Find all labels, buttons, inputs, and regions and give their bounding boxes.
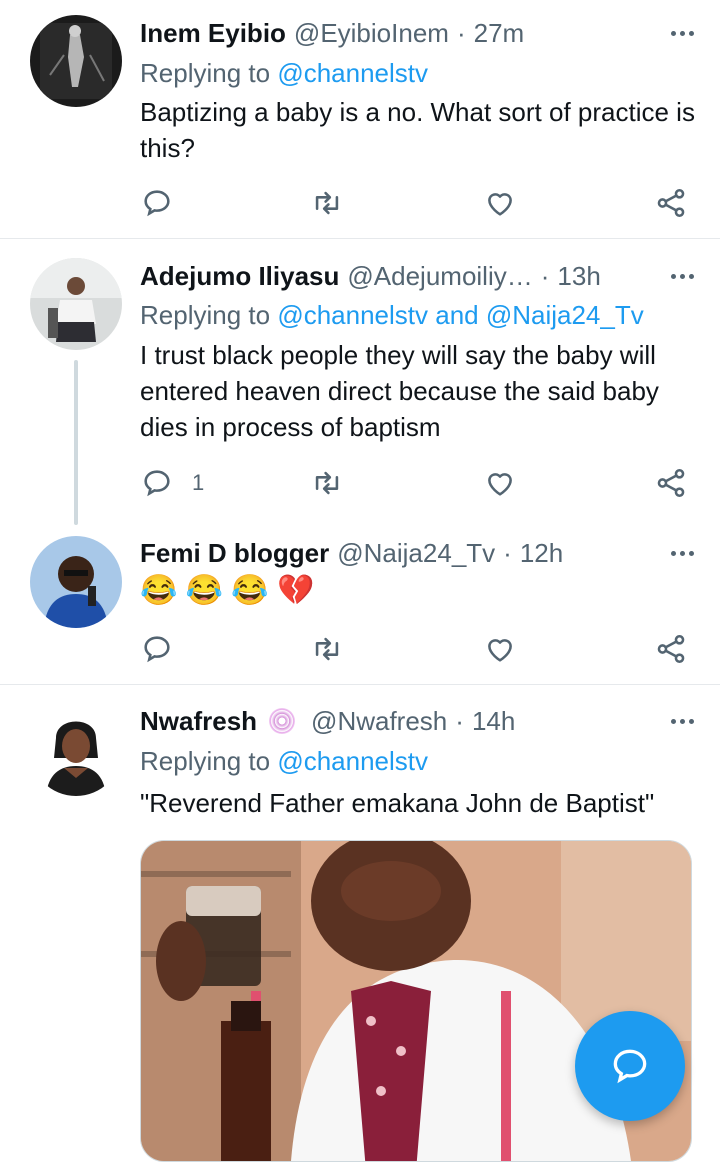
share-icon <box>657 634 685 664</box>
handle[interactable]: @Naija24_Tv <box>337 538 495 569</box>
avatar[interactable] <box>30 704 122 796</box>
display-name[interactable]: Inem Eyibio <box>140 18 286 49</box>
separator: · <box>456 17 466 48</box>
timestamp[interactable]: 27m <box>474 18 525 49</box>
tweet-text: I trust black people they will say the b… <box>140 340 659 442</box>
retweet-icon <box>315 471 339 495</box>
avatar[interactable] <box>30 258 122 350</box>
avatar[interactable] <box>30 536 122 628</box>
replying-prefix: Replying to <box>140 300 271 330</box>
reply-icon <box>144 470 170 497</box>
tweet[interactable]: Inem Eyibio @EyibioInem · 27m Replying t… <box>0 0 720 238</box>
retweet-button[interactable] <box>310 629 344 669</box>
timestamp[interactable]: 13h <box>557 261 600 292</box>
like-button[interactable] <box>483 463 517 503</box>
replying-to: Replying to @channelstv and @Naija24_Tv <box>140 300 644 331</box>
tweet-actions <box>140 629 700 669</box>
replying-prefix: Replying to <box>140 746 271 776</box>
share-button[interactable] <box>654 629 688 669</box>
share-button[interactable] <box>654 463 688 503</box>
replying-to: Replying to @channelstv <box>140 58 428 89</box>
tweet[interactable]: Femi D blogger @Naija24_Tv · 12h 😂 😂 😂 💔 <box>0 519 720 684</box>
retweet-icon <box>315 637 339 661</box>
timestamp[interactable]: 12h <box>520 538 563 569</box>
timestamp[interactable]: 14h <box>472 706 515 737</box>
display-name[interactable]: Nwafresh <box>140 706 257 737</box>
more-icon[interactable] <box>662 259 702 293</box>
retweet-button[interactable] <box>310 183 344 223</box>
like-icon <box>488 473 512 496</box>
share-button[interactable] <box>654 183 688 223</box>
reply-button[interactable]: 1 <box>140 463 204 503</box>
display-name[interactable]: Adejumo Iliyasu <box>140 261 339 292</box>
tweet-actions: 1 <box>140 463 700 503</box>
replying-to: Replying to @channelstv <box>140 746 428 777</box>
thread-connector <box>74 360 78 525</box>
separator: · <box>503 537 512 568</box>
replying-prefix: Replying to <box>140 58 271 88</box>
tweet-header: Femi D blogger @Naija24_Tv · 12h <box>140 536 702 570</box>
more-icon[interactable] <box>662 704 702 738</box>
replying-to-link[interactable]: @channelstv and @Naija24_Tv <box>277 300 643 330</box>
reply-icon <box>144 190 170 217</box>
display-name[interactable]: Femi D blogger <box>140 538 329 569</box>
tweet-header: Inem Eyibio @EyibioInem · 27m <box>140 16 702 50</box>
tweet[interactable]: Adejumo Iliyasu @Adejumoiliy… · 13h Repl… <box>0 239 720 519</box>
replying-to-link[interactable]: @channelstv <box>277 58 428 88</box>
handle[interactable]: @Nwafresh <box>311 706 447 737</box>
compose-reply-icon <box>613 1049 647 1084</box>
like-icon <box>488 193 512 216</box>
retweet-icon <box>315 191 339 215</box>
affiliate-badge-icon <box>269 708 296 734</box>
compose-reply-button[interactable] <box>575 1011 685 1121</box>
tweet-text: "Reverend Father emakana John de Baptist… <box>140 788 655 818</box>
reply-button[interactable] <box>140 183 184 223</box>
tweet-header: Adejumo Iliyasu @Adejumoiliy… · 13h <box>140 259 702 293</box>
reply-count: 1 <box>192 470 205 495</box>
avatar[interactable] <box>30 15 122 107</box>
tweet-header: Nwafresh @Nwafresh · 14h <box>140 704 702 738</box>
like-button[interactable] <box>483 183 517 223</box>
retweet-button[interactable] <box>310 463 344 503</box>
more-icon[interactable] <box>662 16 702 50</box>
tweet-text: 😂 😂 😂 💔 <box>140 574 315 607</box>
reply-icon <box>144 636 170 663</box>
tweet-text: Baptizing a baby is a no. What sort of p… <box>140 97 695 163</box>
like-button[interactable] <box>483 629 517 669</box>
handle[interactable]: @Adejumoiliy… <box>347 261 532 292</box>
share-icon <box>657 188 685 218</box>
share-icon <box>657 468 685 498</box>
separator: · <box>455 705 464 736</box>
separator: · <box>540 260 550 291</box>
tweet-actions <box>140 183 700 223</box>
reply-button[interactable] <box>140 629 184 669</box>
like-icon <box>488 639 512 662</box>
replying-to-link[interactable]: @channelstv <box>277 746 428 776</box>
handle[interactable]: @EyibioInem <box>294 18 449 49</box>
more-icon[interactable] <box>662 536 702 570</box>
